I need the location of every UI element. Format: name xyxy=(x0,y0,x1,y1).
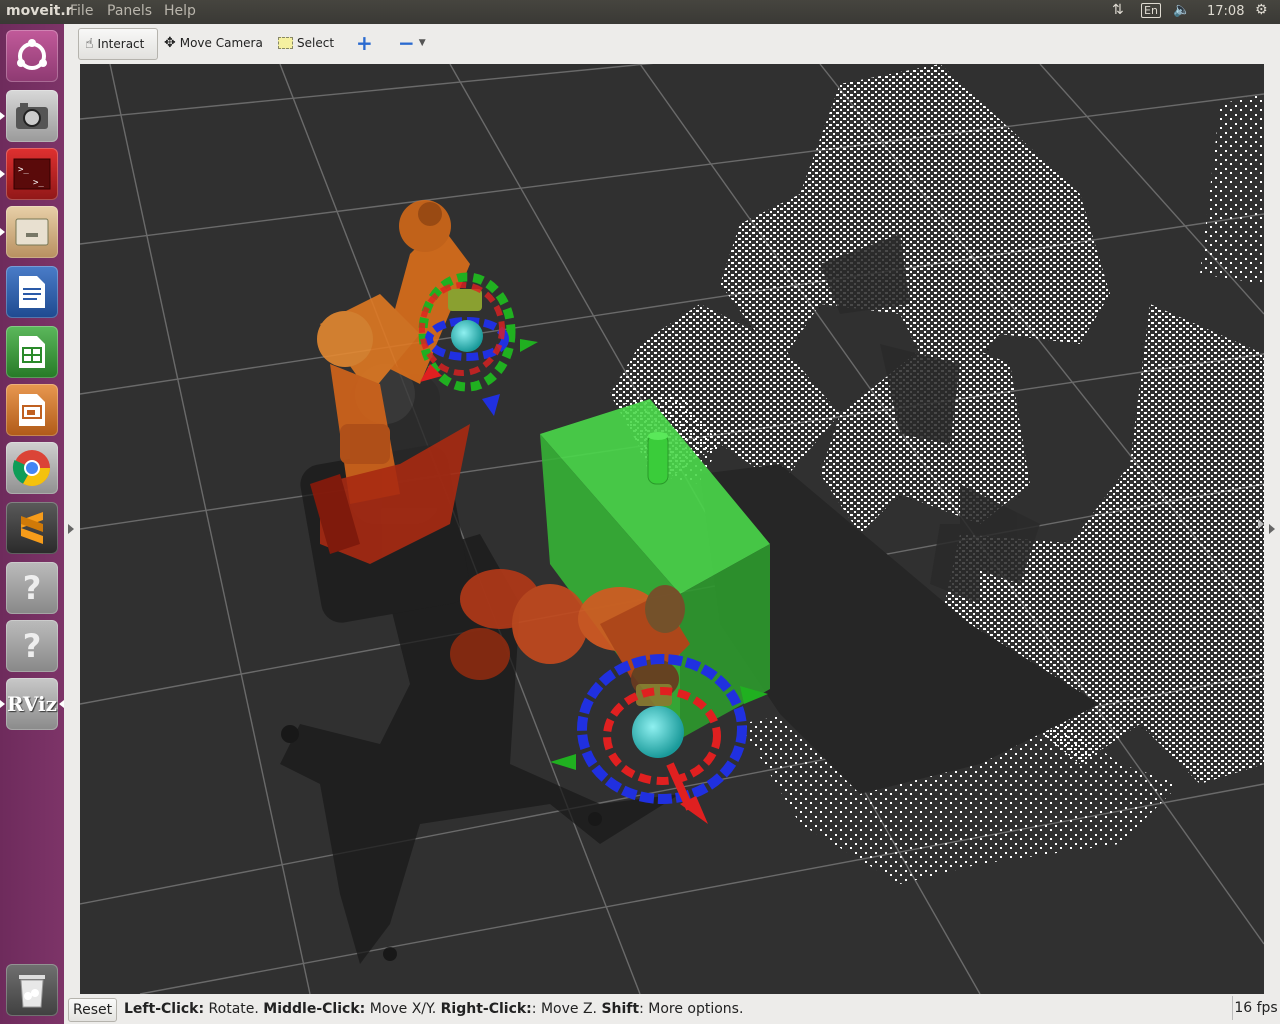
select-rectangle-icon xyxy=(278,37,293,49)
launcher-sublime-app[interactable] xyxy=(6,502,58,554)
launcher-unknown-app-1[interactable]: ? xyxy=(6,562,58,614)
right-dock-splitter[interactable] xyxy=(1264,64,1280,994)
help-key: Shift xyxy=(601,1001,640,1017)
3d-scene xyxy=(80,64,1264,994)
remove-tool-button[interactable]: − ▼ xyxy=(392,28,432,58)
document-icon xyxy=(19,276,45,308)
fps-counter: 16 fps xyxy=(1232,996,1279,1020)
ubuntu-logo-icon xyxy=(17,39,47,70)
launcher-impress-app[interactable] xyxy=(6,384,58,436)
ubuntu-dash-button[interactable] xyxy=(6,30,58,82)
gear-icon[interactable]: ⚙ xyxy=(1255,2,1268,18)
menu-file[interactable]: File xyxy=(70,3,93,19)
clock[interactable]: 17:08 xyxy=(1207,4,1244,19)
move-camera-tool-button[interactable]: ✥ Move Camera xyxy=(158,28,269,58)
move-arrows-icon: ✥ xyxy=(164,35,176,51)
rviz-icon: RViz xyxy=(6,692,58,716)
chrome-icon xyxy=(12,450,51,487)
launcher-file-manager[interactable] xyxy=(6,206,58,258)
select-tool-button[interactable]: Select xyxy=(272,28,340,58)
hand-pointer-icon: ☝ xyxy=(85,36,94,52)
help-value: Move X/Y. xyxy=(365,1001,441,1017)
expand-left-panel-icon[interactable] xyxy=(68,524,74,534)
network-icon[interactable]: ⇅ xyxy=(1112,2,1124,18)
drawer-icon xyxy=(15,218,49,246)
launcher-trash[interactable] xyxy=(6,964,58,1016)
help-key: Right-Click: xyxy=(440,1001,532,1017)
volume-icon[interactable]: 🔈 xyxy=(1173,2,1190,18)
chevron-down-icon: ▼ xyxy=(418,38,426,48)
question-icon: ? xyxy=(22,627,42,665)
menu-panels[interactable]: Panels xyxy=(107,3,152,19)
trash-icon xyxy=(19,975,45,1008)
interact-tool-button[interactable]: ☝ Interact xyxy=(78,28,158,60)
svg-text:>_: >_ xyxy=(18,165,29,175)
status-bar: Reset Left-Click: Rotate. Middle-Click: … xyxy=(64,994,1280,1024)
svg-text:>_: >_ xyxy=(33,178,44,188)
presentation-icon xyxy=(19,394,45,426)
rviz-window: ☝ Interact ✥ Move Camera Select + − ▼ Re… xyxy=(64,24,1280,1024)
plus-icon: + xyxy=(356,31,373,55)
launcher-calc-app[interactable] xyxy=(6,326,58,378)
app-title: moveit.r xyxy=(6,3,73,19)
keyboard-layout-indicator[interactable]: En xyxy=(1141,3,1161,18)
launcher-chrome-app[interactable] xyxy=(6,442,58,494)
help-key: Middle-Click: xyxy=(263,1001,366,1017)
help-value: : Move Z. xyxy=(531,1001,602,1017)
launcher-camera-app[interactable] xyxy=(6,90,58,142)
reset-button[interactable]: Reset xyxy=(68,998,118,1022)
expand-right-panel-icon[interactable] xyxy=(1269,524,1275,534)
spreadsheet-icon xyxy=(19,336,45,368)
launcher-terminal-app[interactable]: >_ >_ xyxy=(6,148,58,200)
interact-tool-label: Interact xyxy=(97,37,145,51)
help-key: Left-Click: xyxy=(124,1001,205,1017)
sublime-icon xyxy=(21,512,43,544)
launcher-unknown-app-2[interactable]: ? xyxy=(6,620,58,672)
move-camera-tool-label: Move Camera xyxy=(179,36,263,50)
help-value: Rotate. xyxy=(204,1001,264,1017)
camera-icon xyxy=(16,103,48,129)
select-tool-label: Select xyxy=(297,36,335,50)
launcher: >_ >_ ? ? RViz xyxy=(0,24,64,1024)
top-panel: moveit.r File Panels Help ⇅ En 🔈 17:08 ⚙ xyxy=(0,0,1280,24)
minus-icon: − xyxy=(398,31,415,55)
terminal-icon: >_ >_ xyxy=(13,158,51,190)
3d-viewport[interactable] xyxy=(80,64,1264,994)
launcher-writer-app[interactable] xyxy=(6,266,58,318)
mouse-help-text: Left-Click: Rotate. Middle-Click: Move X… xyxy=(124,1001,743,1017)
rviz-toolbar: ☝ Interact ✥ Move Camera Select + − ▼ xyxy=(64,24,1280,64)
question-icon: ? xyxy=(22,569,42,607)
help-value: : More options. xyxy=(639,1001,744,1017)
launcher-rviz-app[interactable]: RViz xyxy=(6,678,58,730)
add-tool-button[interactable]: + xyxy=(350,28,379,58)
menu-help[interactable]: Help xyxy=(164,3,196,19)
